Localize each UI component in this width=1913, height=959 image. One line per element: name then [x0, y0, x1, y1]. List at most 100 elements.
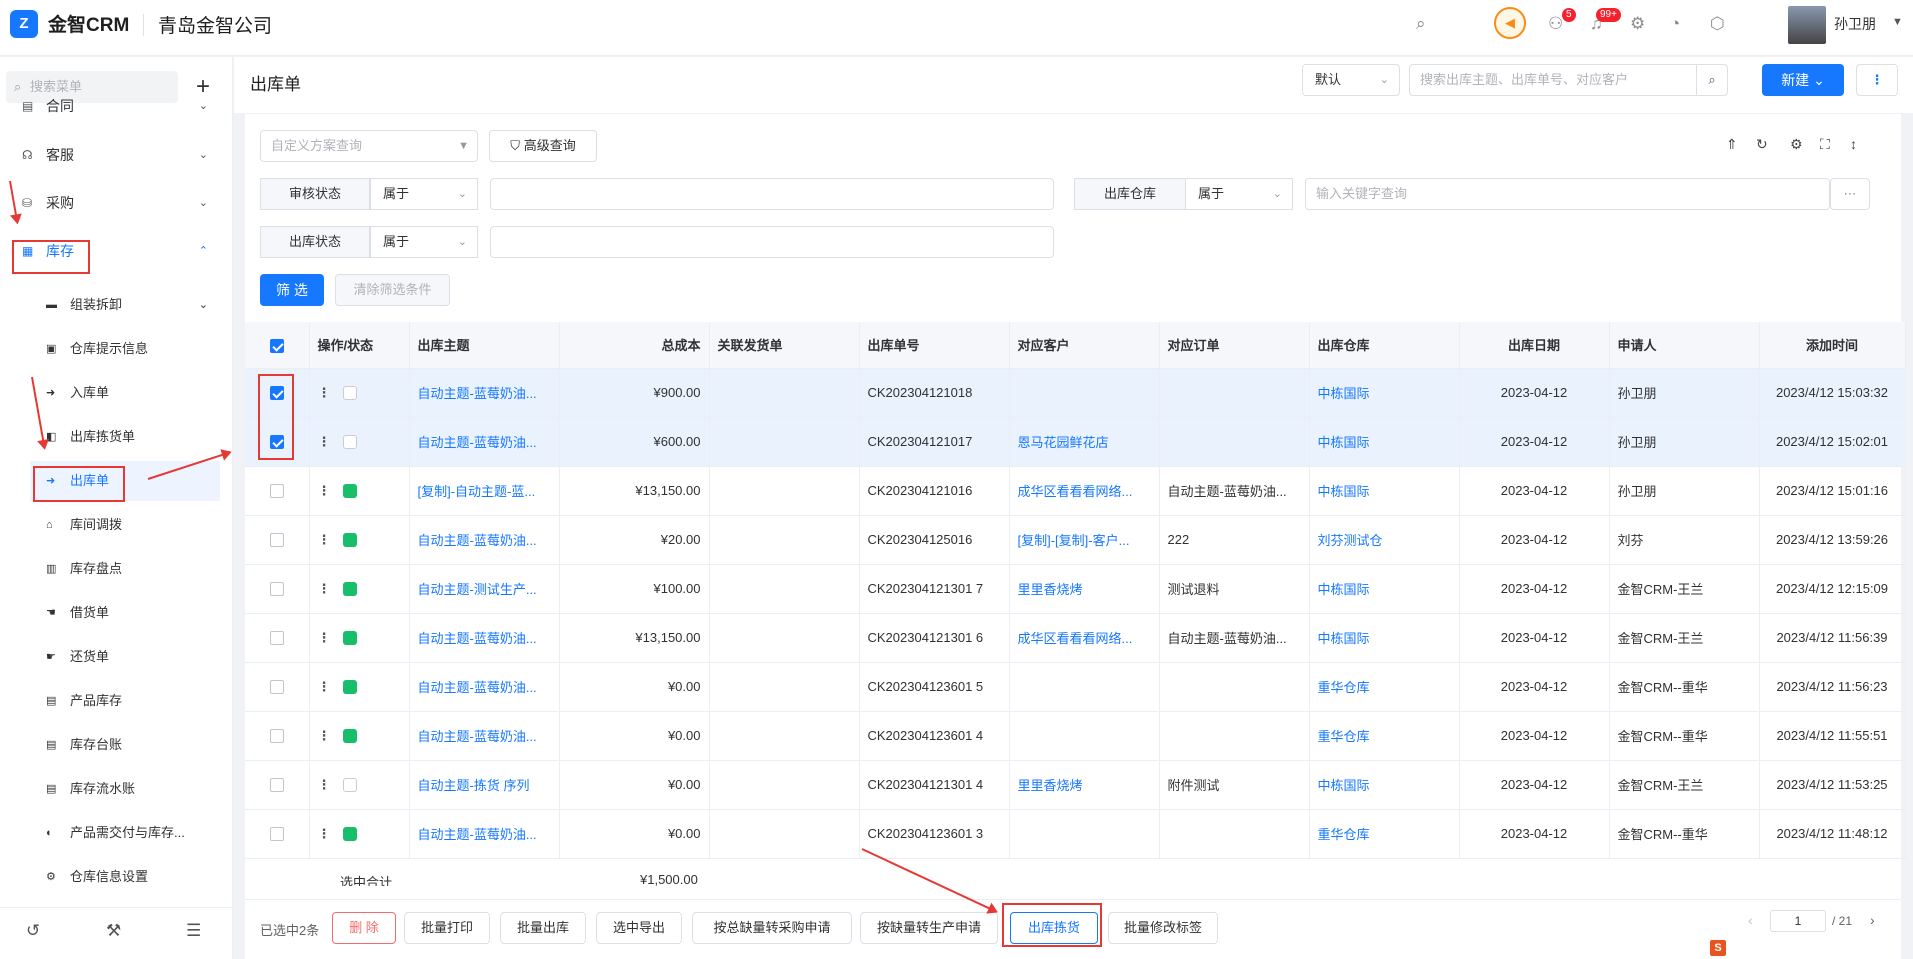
warehouse-keyword-input[interactable]: 输入关键字查询 [1305, 178, 1830, 210]
row-checkbox[interactable] [269, 582, 284, 597]
search-icon[interactable]: ⌕ [1416, 14, 1426, 34]
cell-customer[interactable] [1009, 368, 1160, 418]
cell-warehouse[interactable]: 重华仓库 [1309, 711, 1460, 761]
select-all-cell[interactable] [245, 322, 310, 369]
row-select-cell[interactable] [245, 809, 310, 859]
cell-subject[interactable]: 自动主题-蓝莓奶油... [409, 662, 560, 712]
out-status-value-input[interactable] [490, 226, 1054, 258]
prev-page-icon[interactable]: ‹ [1748, 912, 1753, 928]
refresh-icon[interactable]: ↻ [1756, 136, 1768, 153]
col-header[interactable]: 出库主题 [409, 322, 560, 369]
history-icon[interactable]: ↺ [26, 921, 40, 941]
cell-subject[interactable]: 自动主题-拣货 序列 [409, 760, 560, 810]
row-checkbox[interactable] [269, 631, 284, 646]
row-actions[interactable]: ⋮ [309, 515, 410, 565]
more-vertical-icon[interactable]: ⋮ [318, 483, 331, 498]
contacts-icon[interactable]: ⚇ [1548, 14, 1563, 34]
row-actions[interactable]: ⋮ [309, 711, 410, 761]
table-row[interactable]: ⋮ 自动主题-蓝莓奶油... ¥900.00 CK202304121018 中栋国际 20… [245, 368, 1906, 418]
more-vertical-icon[interactable]: ⋮ [318, 777, 331, 792]
table-row[interactable]: ⋮ 自动主题-蓝莓奶油... ¥20.00 CK202304125016 [复制]-[复… [245, 515, 1906, 565]
row-checkbox[interactable] [269, 827, 284, 842]
tools-icon[interactable]: ⚒ [106, 921, 121, 941]
page-input[interactable]: 1 [1770, 910, 1826, 932]
row-height-icon[interactable]: ↕ [1850, 136, 1857, 152]
row-actions[interactable]: ⋮ [309, 662, 410, 712]
table-row[interactable]: ⋮ 自动主题-蓝莓奶油... ¥600.00 CK202304121017 恩马花园鲜花… [245, 417, 1906, 467]
more-vertical-icon[interactable]: ⋮ [318, 434, 331, 449]
user-caret-icon[interactable]: ▼ [1892, 16, 1903, 28]
cell-warehouse[interactable]: 重华仓库 [1309, 809, 1460, 859]
sidebar-sub-flow[interactable]: ▤ 库存流水账 [30, 769, 220, 809]
col-header[interactable]: 对应客户 [1009, 322, 1160, 369]
row-checkbox[interactable] [269, 680, 284, 695]
batch-outbound-button[interactable]: 批量出库 [500, 912, 586, 944]
col-header[interactable]: 申请人 [1609, 322, 1760, 369]
to-purchase-button[interactable]: 按总缺量转采购申请 [692, 912, 852, 944]
out-status-op-select[interactable]: 属于 ⌄ [370, 226, 478, 258]
more-vertical-icon[interactable]: ⋮ [318, 826, 331, 841]
more-vertical-icon[interactable]: ⋮ [318, 728, 331, 743]
col-header[interactable]: 出库日期 [1459, 322, 1610, 369]
cell-subject[interactable]: 自动主题-蓝莓奶油... [409, 417, 560, 467]
cell-customer[interactable]: 成华区看看看网络... [1009, 613, 1160, 663]
row-actions[interactable]: ⋮ [309, 564, 410, 614]
sidebar-sub-delivery[interactable]: ◐ 产品需交付与库存... [30, 813, 220, 853]
sidebar-sub-assembly[interactable]: ▬ 组装拆卸 ⌄ [30, 285, 220, 325]
table-row[interactable]: ⋮ 自动主题-拣货 序列 ¥0.00 CK202304121301 4 里里香烧烤 附件测… [245, 760, 1906, 810]
new-button[interactable]: 新建 ⌄ [1762, 64, 1844, 96]
warehouse-more-button[interactable]: ⋯ [1830, 178, 1870, 210]
cell-customer[interactable]: 里里香烧烤 [1009, 564, 1160, 614]
row-select-cell[interactable] [245, 515, 310, 565]
cell-warehouse[interactable]: 中栋国际 [1309, 760, 1460, 810]
cell-subject[interactable]: 自动主题-蓝莓奶油... [409, 515, 560, 565]
col-header[interactable]: 添加时间 [1759, 322, 1906, 369]
sidebar-sub-return[interactable]: ☛ 还货单 [30, 637, 220, 677]
sidebar-sub-transfer[interactable]: ⌂ 库间调拨 [30, 505, 220, 545]
table-row[interactable]: ⋮ 自动主题-蓝莓奶油... ¥13,150.00 CK202304121301 6成… [245, 613, 1906, 663]
more-vertical-icon[interactable]: ⋮ [318, 532, 331, 547]
row-select-cell[interactable] [245, 760, 310, 810]
avatar[interactable] [1788, 6, 1826, 44]
col-header[interactable]: 出库仓库 [1309, 322, 1460, 369]
cell-subject[interactable]: 自动主题-蓝莓奶油... [409, 711, 560, 761]
cell-customer[interactable]: 成华区看看看网络... [1009, 466, 1160, 516]
sidebar-sub-settings[interactable]: ⚙ 仓库信息设置 [30, 857, 220, 897]
collapse-up-icon[interactable]: ⇑ [1726, 136, 1738, 153]
sidebar-sub-inbound[interactable]: ➜ 入库单 [30, 373, 220, 413]
column-settings-icon[interactable]: ⚙ [1790, 136, 1803, 153]
cell-customer[interactable] [1009, 711, 1160, 761]
main-search-input[interactable]: 搜索出库主题、出库单号、对应客户 [1409, 64, 1697, 96]
cell-subject[interactable]: 自动主题-测试生产... [409, 564, 560, 614]
select-all-checkbox[interactable] [269, 338, 284, 353]
cell-warehouse[interactable]: 中栋国际 [1309, 564, 1460, 614]
row-checkbox[interactable] [269, 484, 284, 499]
row-checkbox[interactable] [269, 533, 284, 548]
search-button[interactable]: ⌕ [1696, 64, 1728, 96]
row-actions[interactable]: ⋮ [309, 760, 410, 810]
table-row[interactable]: ⋮ 自动主题-蓝莓奶油... ¥0.00 CK202304123601 3 重华仓库 20… [245, 809, 1906, 859]
cell-warehouse[interactable]: 重华仓库 [1309, 662, 1460, 712]
cell-customer[interactable] [1009, 662, 1160, 712]
next-page-icon[interactable]: › [1870, 912, 1875, 928]
warehouse-op-select[interactable]: 属于 ⌄ [1185, 178, 1293, 210]
cell-subject[interactable]: [复制]-自动主题-蓝... [409, 466, 560, 516]
more-vertical-icon[interactable]: ⋮ [318, 385, 331, 400]
view-select[interactable]: 默认 ⌄ [1302, 64, 1400, 96]
sidebar-sub-product-stock[interactable]: ▤ 产品库存 [30, 681, 220, 721]
filter-button[interactable]: 筛 选 [260, 274, 324, 306]
batch-tag-button[interactable]: 批量修改标签 [1108, 912, 1218, 944]
col-header[interactable]: 操作/状态 [309, 322, 410, 369]
cell-warehouse[interactable]: 中栋国际 [1309, 368, 1460, 418]
cell-warehouse[interactable]: 中栋国际 [1309, 417, 1460, 467]
announcement-icon[interactable]: ◀ [1494, 7, 1526, 39]
row-actions[interactable]: ⋮ [309, 809, 410, 859]
sidebar-sub-picking[interactable]: ◧ 出库拣货单 [30, 417, 220, 457]
more-button[interactable]: ⋮ [1856, 64, 1898, 96]
row-select-cell[interactable] [245, 613, 310, 663]
clear-filter-button[interactable]: 清除筛选条件 [335, 274, 450, 306]
sidebar-sub-borrow[interactable]: ☚ 借货单 [30, 593, 220, 633]
cell-customer[interactable]: 里里香烧烤 [1009, 760, 1160, 810]
sidebar-sub-warehouse-tips[interactable]: ▣ 仓库提示信息 [30, 329, 220, 369]
sidebar-item-purchase[interactable]: ⛁ 采购 ⌄ [10, 183, 220, 223]
